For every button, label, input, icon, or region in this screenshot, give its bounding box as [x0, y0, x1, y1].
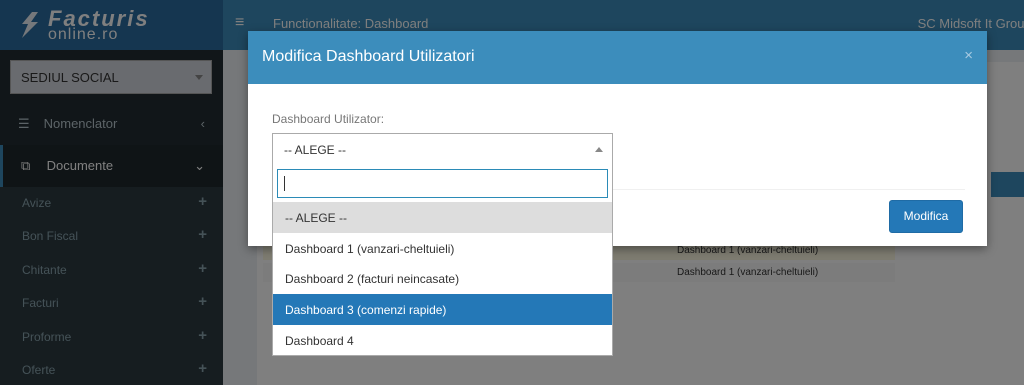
- dropdown-search-input[interactable]: [277, 169, 608, 198]
- dropdown-option[interactable]: Dashboard 1 (vanzari-cheltuieli): [273, 233, 612, 264]
- dashboard-select-value: -- ALEGE --: [284, 143, 347, 157]
- modal-header: Modifica Dashboard Utilizatori ×: [248, 31, 987, 84]
- dropdown-option[interactable]: Dashboard 4: [273, 325, 612, 356]
- dropdown-option[interactable]: Dashboard 2 (facturi neincasate): [273, 263, 612, 294]
- modal-title: Modifica Dashboard Utilizatori: [262, 48, 475, 65]
- close-icon[interactable]: ×: [964, 47, 973, 64]
- chevron-up-icon: [595, 147, 603, 152]
- text-cursor: [284, 176, 285, 191]
- dropdown-option[interactable]: -- ALEGE --: [273, 202, 612, 233]
- modifica-button[interactable]: Modifica: [889, 200, 963, 233]
- dashboard-field-label: Dashboard Utilizator:: [272, 112, 385, 126]
- dashboard-dropdown: -- ALEGE -- Dashboard 1 (vanzari-cheltui…: [272, 165, 613, 356]
- dropdown-option-highlighted[interactable]: Dashboard 3 (comenzi rapide): [273, 294, 612, 325]
- dashboard-select[interactable]: -- ALEGE --: [272, 133, 613, 165]
